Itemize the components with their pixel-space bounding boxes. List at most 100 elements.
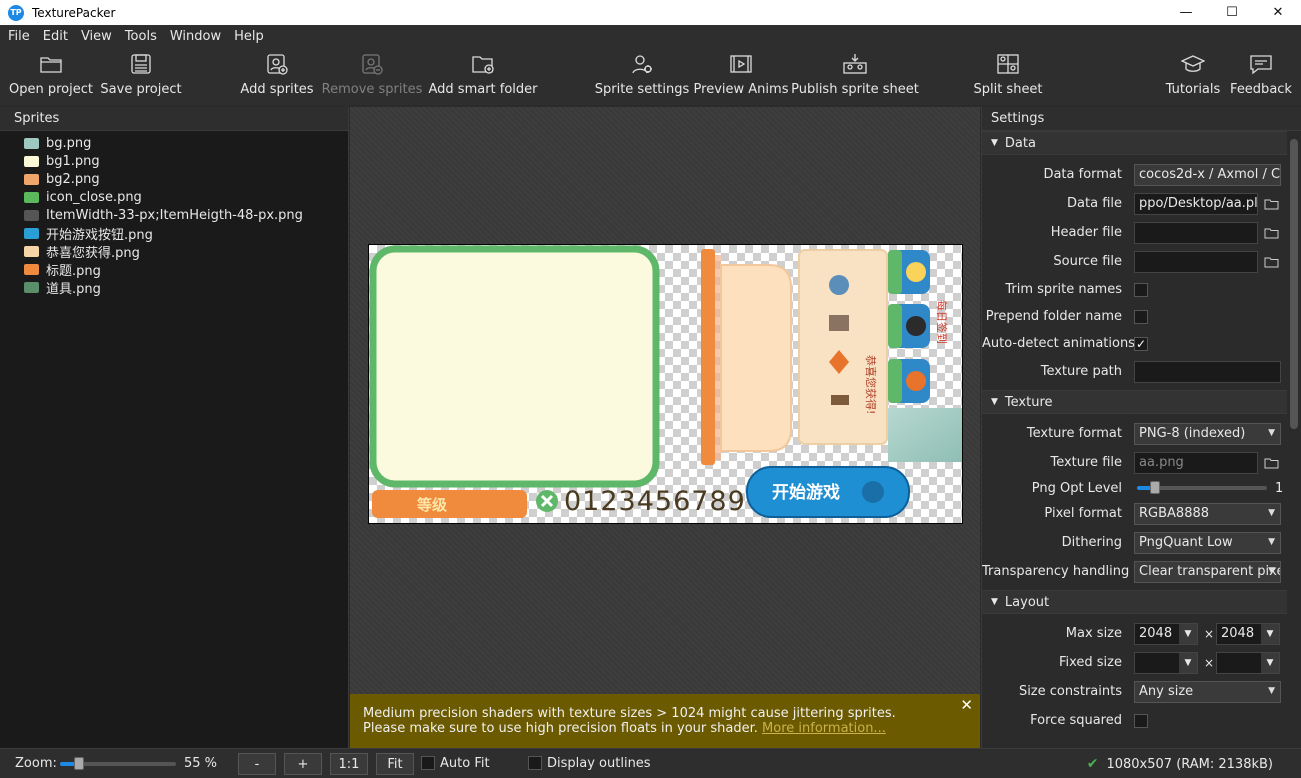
minimize-button[interactable]: — bbox=[1163, 0, 1209, 25]
zoom-in-button[interactable]: + bbox=[284, 753, 322, 775]
texture-file-input[interactable]: aa.png bbox=[1134, 451, 1258, 474]
menu-help[interactable]: Help bbox=[229, 29, 269, 44]
header-file-folder-icon[interactable] bbox=[1263, 226, 1279, 240]
texture-file-row: Texture file aa.png bbox=[982, 448, 1301, 477]
menu-view[interactable]: View bbox=[76, 29, 117, 44]
menu-window[interactable]: Window bbox=[165, 29, 226, 44]
png-opt-level-slider[interactable] bbox=[1137, 481, 1267, 494]
force-squared-checkbox[interactable] bbox=[1134, 713, 1148, 728]
auto-detect-animations-checkbox[interactable]: ✓ bbox=[1134, 336, 1148, 351]
sprite-name: 开始游戏按钮.png bbox=[46, 227, 153, 243]
settings-horizontal-scrollbar[interactable] bbox=[982, 736, 1288, 748]
save-icon bbox=[128, 51, 154, 77]
trim-sprite-names-checkbox[interactable] bbox=[1134, 282, 1148, 297]
fixed-size-width-combo[interactable]: ▼ bbox=[1134, 651, 1198, 674]
texture-section-header[interactable]: ▼ Texture bbox=[982, 390, 1301, 414]
sprite-list-item[interactable]: 开始游戏按钮.png bbox=[0, 224, 348, 243]
max-size-width-combo[interactable]: 2048 ▼ bbox=[1134, 622, 1198, 645]
pixel-format-combo[interactable]: RGBA8888 ▼ bbox=[1134, 502, 1281, 525]
trim-sprite-names-label: Trim sprite names bbox=[1005, 282, 1122, 297]
preview-anims-button[interactable]: Preview Anims bbox=[694, 47, 788, 105]
open-project-button[interactable]: Open project bbox=[9, 47, 93, 105]
menu-edit[interactable]: Edit bbox=[38, 29, 73, 44]
sprite-list-item[interactable]: icon_close.png bbox=[0, 188, 348, 206]
size-constraints-combo[interactable]: Any size ▼ bbox=[1134, 680, 1281, 703]
header-file-label: Header file bbox=[1050, 225, 1122, 240]
transparency-handling-combo[interactable]: Clear transparent pixels ▼ bbox=[1134, 560, 1281, 583]
more-information-link[interactable]: More information... bbox=[762, 721, 886, 736]
sprite-list-item[interactable]: 标题.png bbox=[0, 260, 348, 279]
settings-vertical-scrollbar[interactable] bbox=[1287, 131, 1301, 736]
chevron-down-icon: ▼ bbox=[1268, 565, 1275, 576]
sprite-list-item[interactable]: 恭喜您获得.png bbox=[0, 242, 348, 261]
chevron-down-icon: ▼ bbox=[1268, 507, 1275, 518]
data-section-title: Data bbox=[1004, 135, 1036, 151]
data-file-row: Data file ppo/Desktop/aa.plist bbox=[982, 189, 1301, 218]
fixed-size-height-combo[interactable]: ▼ bbox=[1216, 651, 1280, 674]
dithering-combo[interactable]: PngQuant Low ▼ bbox=[1134, 531, 1281, 554]
canvas-area[interactable]: 恭喜您获得! 每日签到 等级 0123456789 开始游戏 bbox=[350, 107, 980, 748]
source-file-folder-icon[interactable] bbox=[1263, 255, 1279, 269]
window-controls: — ☐ ✕ bbox=[1163, 0, 1301, 25]
menu-tools[interactable]: Tools bbox=[120, 29, 162, 44]
dithering-label: Dithering bbox=[1061, 535, 1122, 550]
zoom-1-to-1-button[interactable]: 1:1 bbox=[330, 753, 368, 775]
save-project-label: Save project bbox=[100, 82, 182, 97]
prepend-folder-name-checkbox[interactable] bbox=[1134, 309, 1148, 324]
feedback-button[interactable]: Feedback bbox=[1230, 47, 1292, 105]
texture-file-folder-icon[interactable] bbox=[1263, 456, 1279, 470]
zoom-slider[interactable] bbox=[60, 757, 176, 770]
header-file-input[interactable] bbox=[1134, 221, 1258, 244]
sprite-sheet-preview[interactable]: 恭喜您获得! 每日签到 等级 0123456789 开始游戏 bbox=[368, 244, 963, 524]
zoom-fit-button[interactable]: Fit bbox=[376, 753, 414, 775]
scrollbar-thumb[interactable] bbox=[1290, 139, 1298, 429]
publish-icon bbox=[842, 51, 868, 77]
display-outlines-checkbox[interactable] bbox=[528, 756, 542, 770]
chevron-down-icon: ▼ bbox=[1261, 652, 1279, 673]
layout-section-header[interactable]: ▼ Layout bbox=[982, 590, 1301, 614]
save-project-button[interactable]: Save project bbox=[100, 47, 182, 105]
texture-path-input[interactable] bbox=[1134, 360, 1281, 383]
sprite-list-item[interactable]: 道具.png bbox=[0, 278, 348, 297]
sprite-thumbnail-icon bbox=[24, 227, 39, 239]
max-size-row: Max size 2048 ▼ × 2048 ▼ bbox=[982, 619, 1301, 648]
preview-anims-label: Preview Anims bbox=[693, 82, 789, 97]
source-file-input[interactable] bbox=[1134, 250, 1258, 273]
sprite-list-item[interactable]: ItemWidth-33-px;ItemHeigth-48-px.png bbox=[0, 206, 348, 224]
sprite-list-item[interactable]: bg2.png bbox=[0, 170, 348, 188]
zoom-thumb[interactable] bbox=[74, 757, 84, 770]
close-warning-icon[interactable]: ✕ bbox=[960, 698, 973, 713]
auto-fit-checkbox[interactable] bbox=[421, 756, 435, 770]
source-file-row: Source file bbox=[982, 247, 1301, 276]
texture-section-title: Texture bbox=[1004, 394, 1053, 410]
maximize-button[interactable]: ☐ bbox=[1209, 0, 1255, 25]
data-file-input[interactable]: ppo/Desktop/aa.plist bbox=[1134, 192, 1258, 215]
open-project-label: Open project bbox=[9, 82, 93, 97]
add-sprites-button[interactable]: Add sprites bbox=[240, 47, 314, 105]
texture-format-combo[interactable]: PNG-8 (indexed) ▼ bbox=[1134, 422, 1281, 445]
add-smart-folder-button[interactable]: Add smart folder bbox=[429, 47, 538, 105]
data-file-folder-icon[interactable] bbox=[1263, 197, 1279, 211]
png-opt-level-thumb[interactable] bbox=[1150, 481, 1160, 494]
tutorials-button[interactable]: Tutorials bbox=[1166, 47, 1220, 105]
sprite-list-item[interactable]: bg.png bbox=[0, 134, 348, 152]
remove-sprites-button[interactable]: Remove sprites bbox=[322, 47, 422, 105]
close-window-button[interactable]: ✕ bbox=[1255, 0, 1301, 25]
sprite-settings-button[interactable]: Sprite settings bbox=[595, 47, 689, 105]
precision-warning: Medium precision shaders with texture si… bbox=[350, 694, 980, 748]
collapse-triangle-icon: ▼ bbox=[991, 597, 998, 607]
data-format-combo[interactable]: cocos2d-x / Axmol / Cocos bbox=[1134, 163, 1281, 186]
warning-line-2: Please make sure to use high precision f… bbox=[363, 721, 886, 736]
max-size-height-combo[interactable]: 2048 ▼ bbox=[1216, 622, 1280, 645]
texture-format-label: Texture format bbox=[1026, 426, 1122, 441]
publish-sprite-sheet-button[interactable]: Publish sprite sheet bbox=[791, 47, 919, 105]
split-sheet-button[interactable]: Split sheet bbox=[973, 47, 1043, 105]
remove-sprites-label: Remove sprites bbox=[321, 82, 423, 97]
zoom-out-button[interactable]: - bbox=[238, 753, 276, 775]
sprite-list-item[interactable]: bg1.png bbox=[0, 152, 348, 170]
sprite-thumbnail-icon bbox=[24, 173, 39, 185]
tutorials-label: Tutorials bbox=[1165, 82, 1221, 97]
sprite-name: 道具.png bbox=[46, 281, 101, 297]
menu-file[interactable]: File bbox=[3, 29, 35, 44]
data-section-header[interactable]: ▼ Data bbox=[982, 131, 1301, 155]
